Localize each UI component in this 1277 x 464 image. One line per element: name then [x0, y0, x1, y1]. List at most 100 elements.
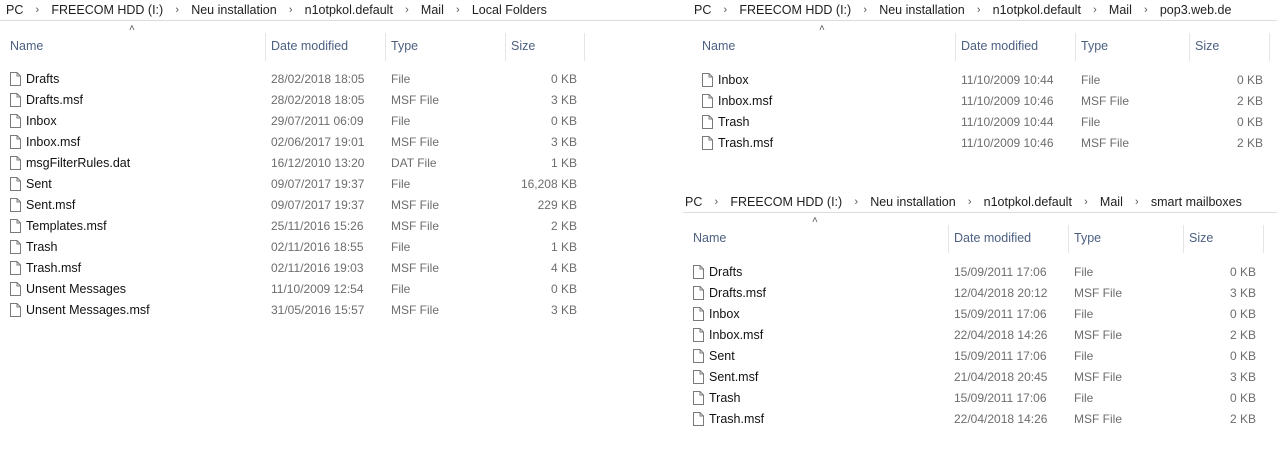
column-divider[interactable]	[385, 33, 386, 61]
document-icon	[702, 94, 713, 108]
document-icon	[693, 265, 704, 279]
file-row[interactable]: Unsent Messages.msf 31/05/2016 15:57 MSF F…	[0, 300, 692, 321]
chevron-right-icon: ›	[854, 196, 859, 208]
file-row[interactable]: Drafts.msf 28/02/2018 18:05 MSF File 3 KB	[0, 90, 692, 111]
breadcrumb-item[interactable]: Neu installation	[868, 195, 957, 209]
column-header-name[interactable]: Name	[688, 221, 948, 255]
file-size: 0 KB	[550, 282, 577, 296]
column-divider[interactable]	[955, 33, 956, 61]
column-header-type[interactable]: Type	[386, 29, 505, 63]
file-date-modified: 11/10/2009 10:46	[961, 94, 1054, 108]
breadcrumb-item[interactable]: FREECOM HDD (I:)	[49, 3, 165, 17]
file-name: Sent	[26, 177, 52, 191]
column-header-type-label: Type	[1074, 231, 1102, 245]
file-row[interactable]: Trash 15/09/2011 17:06 File 0 KB	[683, 388, 1277, 409]
file-name: Trash	[709, 391, 741, 405]
file-row[interactable]: Unsent Messages 11/10/2009 12:54 File 0 KB	[0, 279, 692, 300]
file-name: Inbox	[718, 73, 749, 87]
file-row[interactable]: Trash 11/10/2009 10:44 File 0 KB	[692, 112, 1277, 133]
breadcrumb-item[interactable]: PC	[4, 3, 25, 17]
breadcrumb-item[interactable]: FREECOM HDD (I:)	[737, 3, 853, 17]
column-header-name[interactable]: Name	[5, 29, 265, 63]
document-icon	[10, 282, 21, 296]
document-icon	[10, 177, 21, 191]
file-row[interactable]: Drafts 15/09/2011 17:06 File 0 KB	[683, 262, 1277, 283]
column-header-size[interactable]: Size	[1184, 221, 1263, 255]
file-row[interactable]: Inbox.msf 02/06/2017 19:01 MSF File 3 KB	[0, 132, 692, 153]
file-date-modified: 22/04/2018 14:26	[954, 328, 1048, 342]
file-row[interactable]: Sent 15/09/2011 17:06 File 0 KB	[683, 346, 1277, 367]
column-header-date[interactable]: Date modified	[266, 29, 385, 63]
column-divider[interactable]	[948, 225, 949, 253]
chevron-right-icon: ›	[456, 4, 460, 16]
file-row[interactable]: Trash.msf 11/10/2009 10:46 MSF File 2 KB	[692, 133, 1277, 154]
file-row[interactable]: Inbox.msf 22/04/2018 14:26 MSF File 2 KB	[683, 325, 1277, 346]
file-row[interactable]: Drafts.msf 12/04/2018 20:12 MSF File 3 KB	[683, 283, 1277, 304]
breadcrumb-item[interactable]: Local Folders	[470, 3, 549, 17]
column-header-date[interactable]: Date modified	[956, 29, 1075, 63]
sort-up-icon: ˄	[129, 23, 135, 34]
file-row[interactable]: Sent 09/07/2017 19:37 File 16,208 KB	[0, 174, 692, 195]
file-row[interactable]: Drafts 28/02/2018 18:05 File 0 KB	[0, 69, 692, 90]
breadcrumb-item[interactable]: n1otpkol.default	[991, 3, 1083, 17]
column-divider[interactable]	[584, 33, 585, 61]
file-row[interactable]: Sent.msf 09/07/2017 19:37 MSF File 229 KB	[0, 195, 692, 216]
column-header-size[interactable]: Size	[1190, 29, 1269, 63]
breadcrumb-item[interactable]: n1otpkol.default	[982, 195, 1074, 209]
file-size: 3 KB	[1229, 370, 1256, 384]
breadcrumb-item[interactable]: Mail	[1098, 195, 1125, 209]
breadcrumb-item[interactable]: PC	[683, 195, 704, 209]
column-header-row: Name Date modified Type Size ˄	[0, 23, 692, 63]
file-row[interactable]: msgFilterRules.dat 16/12/2010 13:20 DAT Fi…	[0, 153, 692, 174]
column-header-name[interactable]: Name	[697, 29, 955, 63]
file-row[interactable]: Inbox 11/10/2009 10:44 File 0 KB	[692, 70, 1277, 91]
breadcrumb-item[interactable]: Mail	[419, 3, 446, 17]
document-icon	[693, 391, 704, 405]
column-divider[interactable]	[505, 33, 506, 61]
column-divider[interactable]	[1075, 33, 1076, 61]
breadcrumb-item[interactable]: Neu installation	[877, 3, 966, 17]
file-size: 3 KB	[1229, 286, 1256, 300]
file-row[interactable]: Sent.msf 21/04/2018 20:45 MSF File 3 KB	[683, 367, 1277, 388]
file-date-modified: 29/07/2011 06:09	[271, 114, 364, 128]
column-divider[interactable]	[1263, 225, 1264, 253]
column-divider[interactable]	[1068, 225, 1069, 253]
file-row[interactable]: Trash.msf 02/11/2016 19:03 MSF File 4 KB	[0, 258, 692, 279]
document-icon	[693, 328, 704, 342]
column-divider[interactable]	[1183, 225, 1184, 253]
column-divider[interactable]	[1269, 33, 1270, 61]
file-type: MSF File	[391, 303, 439, 317]
breadcrumb-item[interactable]: Mail	[1107, 3, 1134, 17]
file-date-modified: 15/09/2011 17:06	[954, 265, 1047, 279]
column-header-size[interactable]: Size	[506, 29, 584, 63]
column-header-date[interactable]: Date modified	[949, 221, 1068, 255]
sort-up-icon: ˄	[812, 215, 818, 226]
file-row[interactable]: Trash 02/11/2016 18:55 File 1 KB	[0, 237, 692, 258]
breadcrumb-item[interactable]: Neu installation	[189, 3, 278, 17]
file-type: DAT File	[391, 156, 437, 170]
file-row[interactable]: Templates.msf 25/11/2016 15:26 MSF File 2 K…	[0, 216, 692, 237]
column-header-date-label: Date modified	[271, 39, 349, 53]
chevron-right-icon: ›	[1084, 196, 1088, 208]
file-name: Trash	[718, 115, 750, 129]
column-header-type[interactable]: Type	[1069, 221, 1183, 255]
file-type: File	[1074, 349, 1094, 363]
column-divider[interactable]	[1189, 33, 1190, 61]
file-row[interactable]: Trash.msf 22/04/2018 14:26 MSF File 2 KB	[683, 409, 1277, 430]
file-name: Inbox.msf	[709, 328, 764, 342]
breadcrumb-item[interactable]: FREECOM HDD (I:)	[728, 195, 844, 209]
file-type: MSF File	[391, 261, 439, 275]
file-row[interactable]: Inbox.msf 11/10/2009 10:46 MSF File 2 KB	[692, 91, 1277, 112]
column-header-size-label: Size	[1189, 231, 1214, 245]
file-date-modified: 11/10/2009 10:46	[961, 136, 1054, 150]
breadcrumb-item[interactable]: smart mailboxes	[1149, 195, 1244, 209]
column-header-row: Name Date modified Type Size ˄	[692, 23, 1277, 63]
column-header-type[interactable]: Type	[1076, 29, 1189, 63]
column-divider[interactable]	[265, 33, 266, 61]
file-row[interactable]: Inbox 29/07/2011 06:09 File 0 KB	[0, 111, 692, 132]
file-date-modified: 02/06/2017 19:01	[271, 135, 365, 149]
breadcrumb-item[interactable]: PC	[692, 3, 713, 17]
breadcrumb-item[interactable]: n1otpkol.default	[303, 3, 395, 17]
file-row[interactable]: Inbox 15/09/2011 17:06 File 0 KB	[683, 304, 1277, 325]
breadcrumb-item[interactable]: pop3.web.de	[1158, 3, 1234, 17]
